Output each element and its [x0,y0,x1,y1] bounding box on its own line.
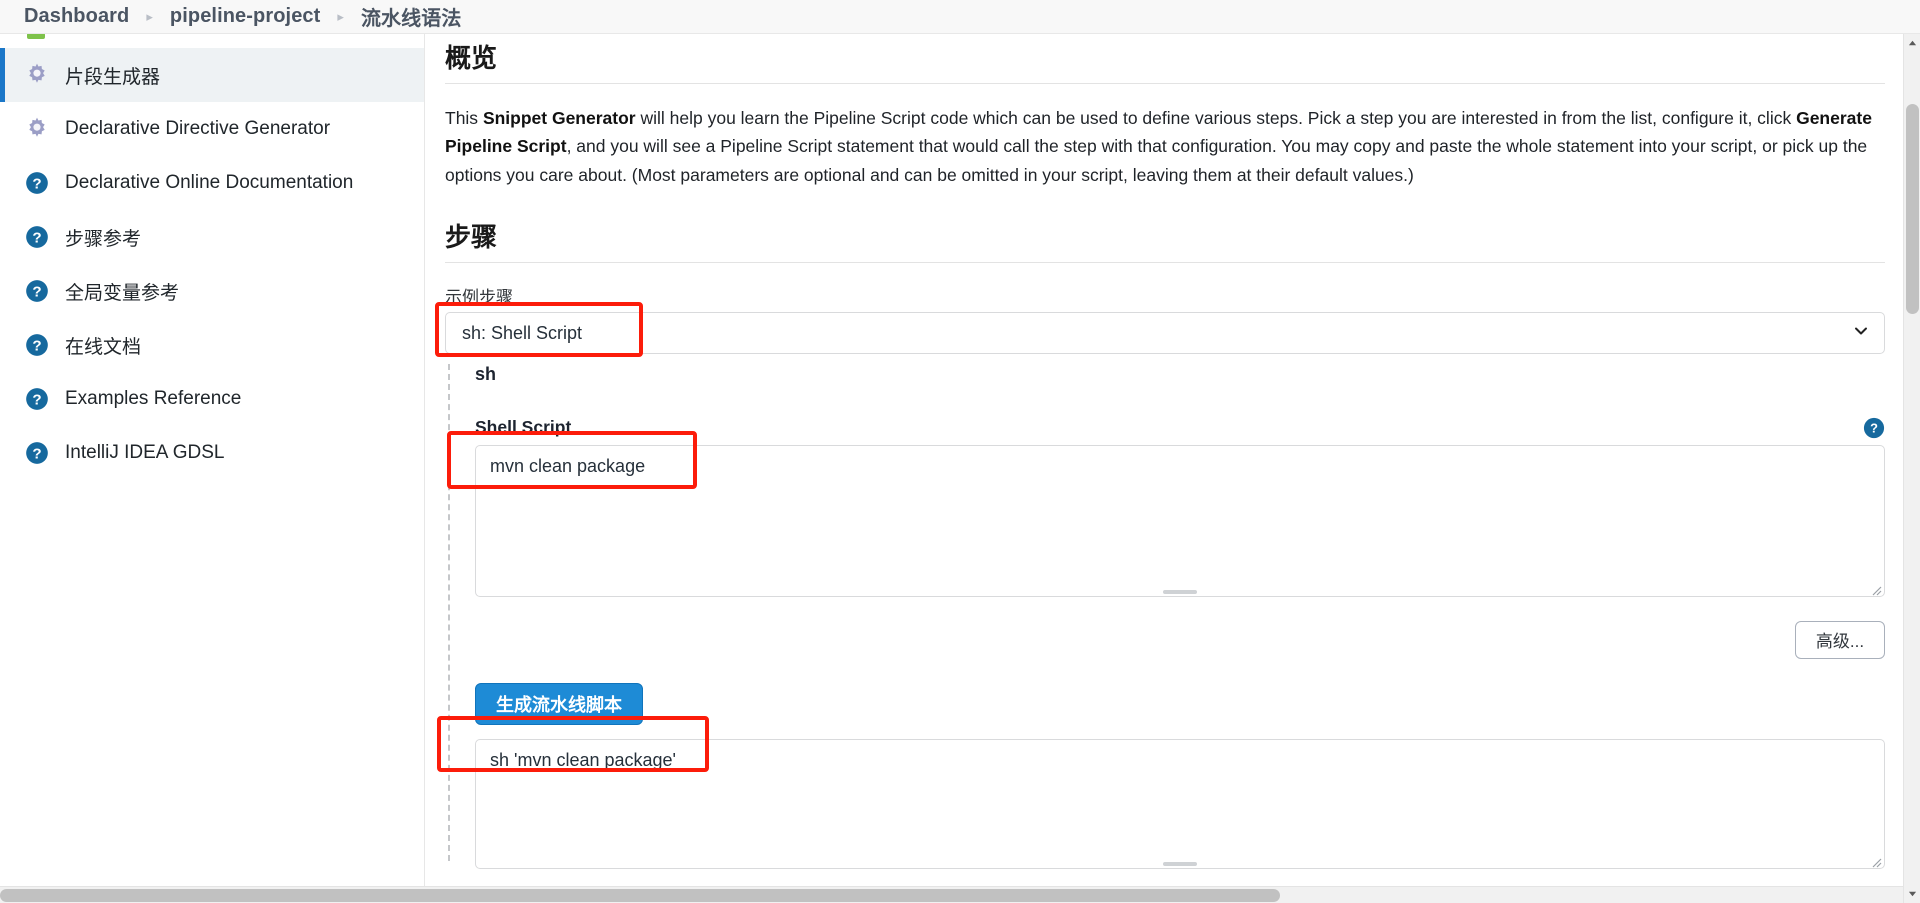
scroll-up-icon[interactable] [1904,34,1920,51]
sidebar-item-snippet-generator[interactable]: 片段生成器 [0,48,424,102]
help-icon: ? [24,386,50,412]
overview-heading: 概览 [445,43,498,73]
script-param-label: Shell Script [475,417,572,438]
breadcrumb-item-project[interactable]: pipeline-project [170,5,321,28]
steps-divider [445,261,1885,263]
sidebar-item-declarative-online-documentation[interactable]: ? Declarative Online Documentation [0,156,424,210]
main-content: 概览 This Snippet Generator will help you … [425,34,1920,903]
breadcrumb-item-pipeline-syntax[interactable]: 流水线语法 [361,2,462,31]
sidebar-item-partial-top[interactable] [0,34,424,48]
textarea-resize-corner[interactable] [1870,855,1882,868]
svg-text:?: ? [32,337,41,354]
sidebar: 片段生成器 Declarative Directive Generator ? … [0,34,425,903]
sidebar-item-label: IntelliJ IDEA GDSL [65,442,225,463]
generate-pipeline-script-button[interactable]: 生成流水线脚本 [475,682,643,725]
step-select-value: sh: Shell Script [462,322,583,343]
sidebar-item-global-variable-reference[interactable]: ? 全局变量参考 [0,264,424,318]
help-icon: ? [24,170,50,196]
sidebar-item-intellij-idea-gdsl[interactable]: ? IntelliJ IDEA GDSL [0,426,424,480]
script-param-label-row: Shell Script ? [475,417,1885,439]
scroll-down-icon[interactable] [1904,886,1920,903]
textarea-resize-corner[interactable] [1870,583,1882,596]
breadcrumb-item-dashboard[interactable]: Dashboard [24,5,129,28]
sidebar-item-label: Examples Reference [65,388,242,409]
gear-icon [24,116,50,142]
sidebar-item-examples-reference[interactable]: ? Examples Reference [0,372,424,426]
sidebar-item-label: 全局变量参考 [65,282,180,304]
help-icon: ? [24,440,50,466]
vertical-scrollbar-thumb[interactable] [1906,104,1919,314]
advanced-row: 高级... [475,620,1885,659]
page-body: 片段生成器 Declarative Directive Generator ? … [0,34,1920,903]
sidebar-item-online-documentation[interactable]: ? 在线文档 [0,318,424,372]
step-config-tree: sh Shell Script ? 高级... [445,363,1885,869]
textarea-grip[interactable] [1163,589,1197,594]
svg-text:?: ? [32,391,41,408]
help-icon: ? [24,332,50,358]
breadcrumb: Dashboard ▸ pipeline-project ▸ 流水线语法 [0,0,1920,34]
help-icon: ? [24,224,50,250]
breadcrumb-separator: ▸ [337,9,344,24]
overview-divider [445,82,1885,84]
svg-text:?: ? [1870,420,1878,435]
svg-text:?: ? [32,175,41,192]
sample-step-label: 示例步骤 [445,287,513,307]
step-select-row: sh: Shell Script [445,311,1885,354]
svg-text:?: ? [32,283,41,300]
generated-script-output[interactable] [475,738,1885,869]
help-icon: ? [24,278,50,304]
svg-text:?: ? [32,229,41,246]
script-input[interactable] [475,444,1885,597]
horizontal-scrollbar[interactable] [0,886,1903,903]
sidebar-item-label: 在线文档 [65,336,142,358]
output-textarea-wrap [475,738,1885,869]
step-select[interactable]: sh: Shell Script [445,311,1885,354]
sidebar-item-label: 片段生成器 [65,66,161,88]
step-name: sh [475,363,497,384]
sidebar-item-step-reference[interactable]: ? 步骤参考 [0,210,424,264]
advanced-button[interactable]: 高级... [1795,620,1885,659]
vertical-scrollbar[interactable] [1903,34,1920,903]
horizontal-scrollbar-thumb[interactable] [0,889,1280,902]
gear-icon [24,62,50,88]
steps-heading: 步骤 [445,221,498,252]
textarea-grip[interactable] [1163,861,1197,866]
overview-paragraph: This Snippet Generator will help you lea… [445,107,1872,185]
help-icon[interactable]: ? [1863,417,1885,439]
sidebar-item-label: 步骤参考 [65,228,142,250]
script-textarea-wrap [475,444,1885,597]
green-bar-icon [24,34,50,48]
svg-text:?: ? [32,445,41,462]
sidebar-item-declarative-directive-generator[interactable]: Declarative Directive Generator [0,102,424,156]
sidebar-item-label: Declarative Online Documentation [65,172,354,193]
sidebar-item-label: Declarative Directive Generator [65,118,331,139]
breadcrumb-separator: ▸ [146,9,153,24]
